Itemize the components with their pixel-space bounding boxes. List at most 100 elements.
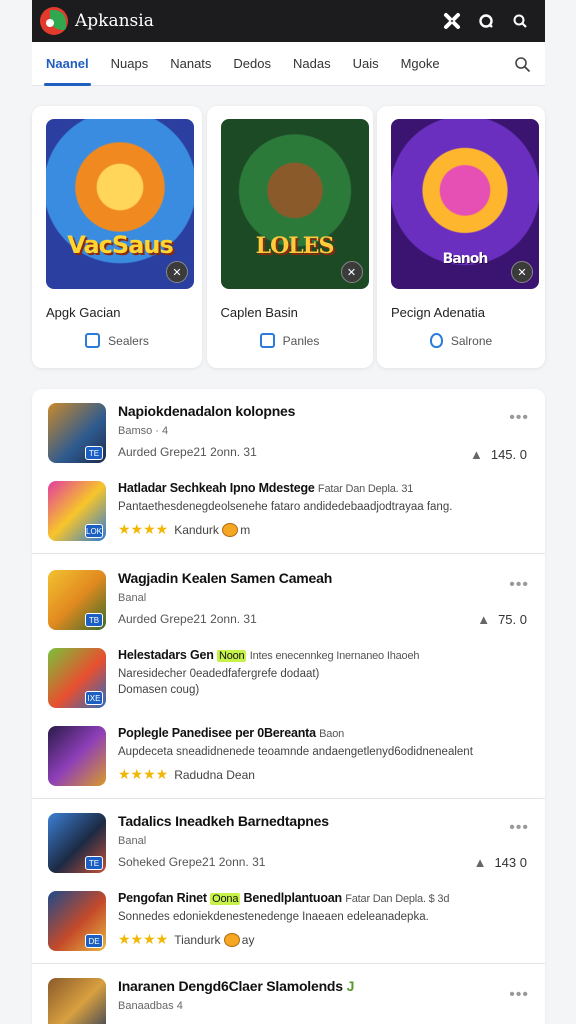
app-icon-image: TE — [48, 813, 106, 873]
card-action-button[interactable]: Panles — [207, 333, 373, 348]
game-art-image: Banoh ✕ — [391, 119, 539, 289]
entry-description: Sonnedes edoniekdenestenedenge Inaeaen e… — [118, 911, 429, 923]
shield-icon — [429, 333, 443, 348]
tab-search-icon[interactable] — [511, 53, 533, 75]
more-options-icon[interactable]: ••• — [509, 819, 529, 837]
swords-icon: ✕ — [166, 261, 188, 283]
app-score: ▲ 145. 0 — [469, 447, 527, 462]
upvote-icon: ▲ — [469, 447, 483, 462]
rating-row: ★★★★ Radudna Dean — [118, 766, 528, 783]
card-action-label: Salrone — [450, 333, 493, 348]
entry-description: Aupdeceta sneadidnenede teoamnde andaeng… — [118, 746, 473, 758]
card-title: Apgk Gacian — [46, 305, 121, 320]
smiley-icon — [223, 932, 240, 947]
app-list: TE Napiokdenadalon kolopnes Bamso · 4 Au… — [32, 389, 545, 1024]
star-rating: ★★★★ — [118, 521, 169, 537]
list-item[interactable]: TE Napiokdenadalon kolopnes Bamso · 4 Au… — [48, 403, 528, 463]
game-art-image: VacSaus ✕ — [46, 119, 194, 289]
app-badge: IXE — [85, 691, 103, 705]
app-frame: Apkansia Naanel Nuaps Nanats Dedos Nadas… — [32, 0, 545, 1024]
list-item[interactable]: DE Pengofan Rinet Oona Benedlplantuoan F… — [48, 891, 528, 951]
star-rating: ★★★★ — [118, 766, 169, 782]
rating-label: Kandurk — [174, 522, 219, 537]
app-bar: Apkansia — [32, 0, 545, 42]
app-icon-image: DE — [48, 891, 106, 951]
app-icon-image: LOK — [48, 481, 106, 541]
app-name: Napiokdenadalon kolopnes — [118, 403, 296, 419]
app-score: ▲ 75. 0 — [477, 612, 527, 627]
more-options-icon[interactable]: ••• — [509, 576, 529, 594]
card-title: Pecign Adenatia — [391, 305, 485, 320]
app-badge: TB — [85, 613, 103, 627]
rating-label: Radudna Dean — [174, 767, 255, 782]
search-icon[interactable] — [505, 6, 535, 36]
card-title: Caplen Basin — [220, 305, 298, 320]
app-subtitle: Banaadbas 4 — [118, 1000, 183, 1012]
featured-card[interactable]: VacSaus ✕ Apgk Gacian Sealers — [32, 106, 202, 368]
tab-dedos[interactable]: Dedos — [233, 42, 271, 86]
app-subtitle: Banal — [118, 592, 147, 604]
list-item[interactable]: TE Tadalics Ineadkeh Barnedtapnes Banal … — [48, 813, 528, 873]
upvote-icon: ▲ — [473, 855, 487, 870]
star-rating: ★★★★ — [118, 931, 169, 947]
app-icon-image: IXE — [48, 648, 106, 708]
list-group: TE Napiokdenadalon kolopnes Bamso · 4 Au… — [32, 389, 545, 554]
rating-row: ★★★★ Tiandurk ay — [118, 931, 528, 948]
app-badge: LOK — [85, 524, 103, 538]
list-icon — [259, 333, 275, 348]
featured-cards: VacSaus ✕ Apgk Gacian Sealers LOLES ✕ Ca… — [32, 106, 545, 368]
list-item[interactable]: Poplegle Panedisee per 0Bereanta Baon Au… — [48, 726, 528, 786]
square-icon — [85, 333, 101, 348]
list-item[interactable]: LOK Hatladar Sechkeah Ipno Mdestege Fata… — [48, 481, 528, 541]
highlight-tag: Oona — [210, 893, 241, 905]
smiley-icon — [222, 522, 239, 537]
app-icon-image: TB — [48, 570, 106, 630]
entry-description: Naresidecher 0eadedfafergrefe dodaat) Do… — [118, 668, 320, 696]
app-score: ▲ 143 0 — [473, 855, 527, 870]
app-subtitle: Banal — [118, 835, 147, 847]
refresh-icon[interactable] — [471, 6, 501, 36]
list-group: TB Wagjadin Kealen Samen Cameah Banal Au… — [32, 554, 545, 799]
app-name: Tadalics Ineadkeh Barnedtapnes — [118, 813, 329, 829]
tab-naanel[interactable]: Naanel — [44, 42, 91, 86]
app-title: Apkansia — [75, 11, 154, 31]
list-item[interactable]: IXE Helestadars Gen Noon Intes enecennke… — [48, 648, 528, 708]
tab-nuaps[interactable]: Nuaps — [111, 42, 149, 86]
gamepad-icon[interactable] — [437, 6, 467, 36]
app-logo — [40, 7, 68, 35]
entry-description: Pantaethesdenegdeolsenehe fataro andided… — [118, 501, 453, 513]
card-action-label: Panles — [282, 333, 320, 348]
featured-card[interactable]: Banoh ✕ Pecign Adenatia Salrone — [377, 106, 545, 368]
app-meta: Soheked Grepe21 2onn. 31 — [118, 855, 266, 869]
app-name: Inaranen Dengd6Claer Slamolends J — [118, 978, 355, 994]
entry-title: Poplegle Panedisee per 0Bereanta Baon — [118, 726, 345, 740]
tab-nanats[interactable]: Nanats — [170, 42, 211, 86]
list-item[interactable]: TB Wagjadin Kealen Samen Cameah Banal Au… — [48, 570, 528, 630]
featured-card[interactable]: LOLES ✕ Caplen Basin Panles — [206, 106, 373, 368]
card-action-button[interactable]: Salrone — [377, 333, 545, 348]
tab-nadas[interactable]: Nadas — [293, 42, 331, 86]
app-badge: TE — [85, 446, 103, 460]
art-title: VacSaus — [67, 231, 174, 259]
card-action-button[interactable]: Sealers — [32, 333, 202, 348]
entry-title: Hatladar Sechkeah Ipno Mdestege Fatar Da… — [118, 481, 414, 495]
list-group: TE Tadalics Ineadkeh Barnedtapnes Banal … — [32, 799, 545, 964]
art-title: LOLES — [255, 233, 335, 259]
category-tabs: Naanel Nuaps Nanats Dedos Nadas Uais Mgo… — [32, 42, 545, 86]
app-badge: TE — [85, 856, 103, 870]
list-item[interactable]: Inaranen Dengd6Claer Slamolends J Banaad… — [48, 978, 528, 1024]
entry-title: Pengofan Rinet Oona Benedlplantuoan Fata… — [118, 891, 450, 905]
rating-row: ★★★★ Kandurk m — [118, 521, 528, 538]
tab-uais[interactable]: Uais — [353, 42, 379, 86]
more-options-icon[interactable]: ••• — [509, 409, 529, 427]
app-badge: DE — [85, 934, 103, 948]
card-action-label: Sealers — [108, 333, 149, 348]
entry-title: Helestadars Gen Noon Intes enecennkeg In… — [118, 648, 420, 662]
more-options-icon[interactable]: ••• — [509, 986, 529, 1004]
rating-suffix: m — [240, 522, 251, 537]
list-group: Inaranen Dengd6Claer Slamolends J Banaad… — [32, 964, 545, 1024]
app-subtitle: Bamso · 4 — [118, 425, 169, 437]
tab-mgoke[interactable]: Mgoke — [401, 42, 440, 86]
highlight-tag: Noon — [216, 650, 247, 662]
rating-suffix: ay — [241, 932, 255, 947]
